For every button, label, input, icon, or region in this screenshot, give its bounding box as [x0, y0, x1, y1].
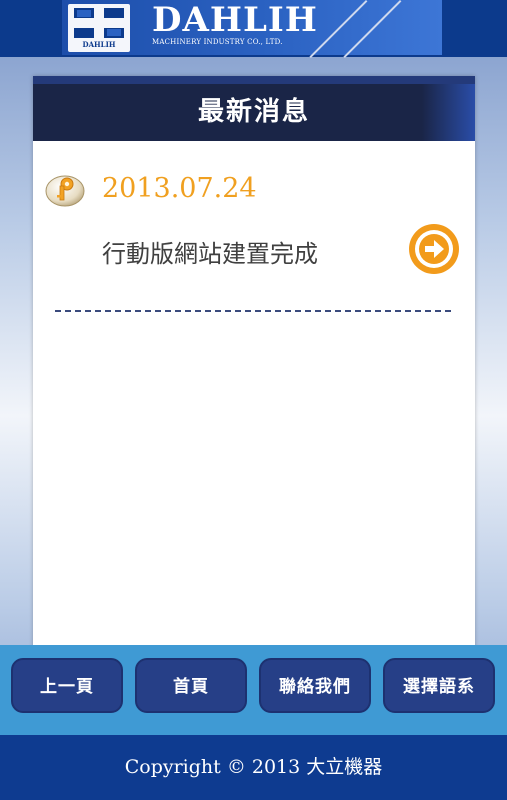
bottom-nav: 上一頁 首頁 聯絡我們 選擇語系 [0, 645, 507, 735]
news-title-link[interactable]: 行動版網站建置完成 [102, 234, 318, 269]
contact-button[interactable]: 聯絡我們 [259, 658, 371, 713]
news-date: 2013.07.24 [102, 173, 257, 204]
news-panel: 最新消息 2013.07.24 行動版網站建置完成 [33, 76, 475, 651]
prev-page-button[interactable]: 上一頁 [11, 658, 123, 713]
site-header: DAHLIH DAHLIH MACHINERY INDUSTRY CO., LT… [0, 0, 507, 58]
panel-header: 最新消息 [33, 76, 475, 141]
logo-mark-icon [74, 8, 124, 38]
language-button[interactable]: 選擇語系 [383, 658, 495, 713]
logo-text: DAHLIH [82, 40, 116, 49]
company-logo[interactable]: DAHLIH [68, 4, 130, 52]
key-icon [45, 175, 85, 207]
home-button[interactable]: 首頁 [135, 658, 247, 713]
brand-name: DAHLIH [152, 0, 318, 40]
page-title: 最新消息 [197, 97, 310, 127]
site-footer: Copyright © 2013 大立機器 [0, 735, 507, 800]
brand-subtitle: MACHINERY INDUSTRY CO., LTD. [152, 38, 283, 46]
copyright-text: Copyright © 2013 大立機器 [124, 756, 383, 778]
news-divider [55, 310, 451, 312]
arrow-right-circle-icon[interactable] [406, 221, 462, 277]
